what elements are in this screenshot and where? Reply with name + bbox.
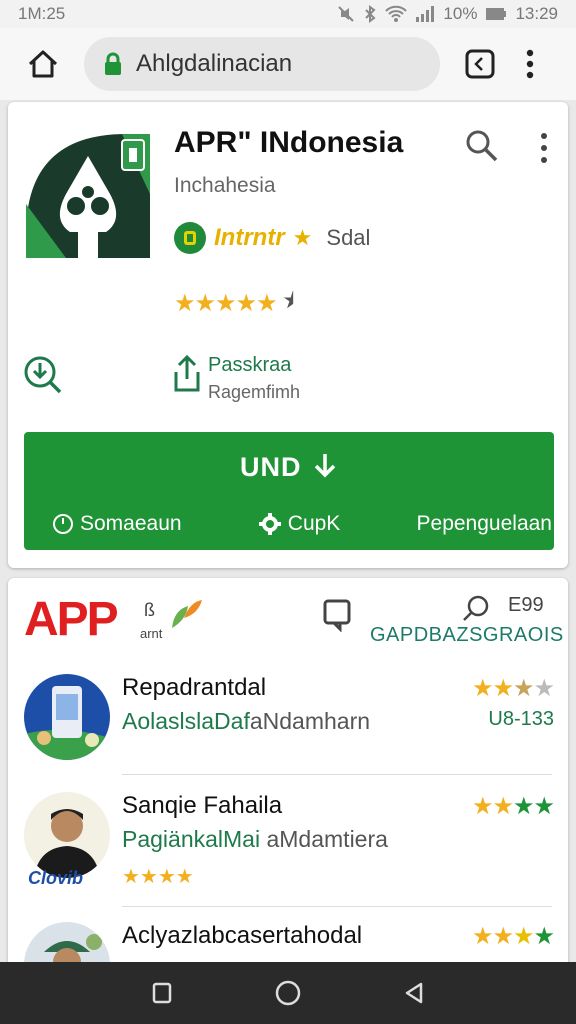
mute-icon — [338, 6, 355, 22]
search-icon[interactable] — [462, 594, 490, 622]
share-subtitle: Ragemfimh — [208, 382, 301, 402]
system-nav-bar — [0, 962, 576, 1024]
wifi-icon — [385, 5, 408, 22]
signal-icon — [416, 6, 435, 22]
home-icon — [28, 50, 58, 78]
more-vertical-icon — [526, 49, 534, 79]
leaf-icon — [172, 600, 202, 628]
item-subtitle-green: AolaslslaDaf — [122, 708, 250, 734]
item-subtitle: AolaslslaDafaNdamharn — [122, 708, 370, 735]
home-button[interactable] — [18, 39, 68, 89]
install-options: Somaeaun CupK Pepenguelaan — [52, 512, 552, 536]
item-name: Repadrantdal — [122, 674, 267, 701]
battery-icon — [486, 8, 507, 20]
search-icon[interactable] — [464, 128, 500, 164]
list-item[interactable]: Clovib Sanqie Fahaila PagiänkalMai aMdam… — [24, 792, 555, 892]
related-apps-card: APP ß arnt E99 GAPDBAZSGRAOIS Repadrantd… — [8, 578, 568, 978]
item-name: Aclyazlabcasertahodal — [122, 922, 363, 949]
tabs-icon — [465, 49, 495, 79]
option-somaeaun[interactable]: Somaeaun — [52, 512, 182, 536]
more-vertical-icon[interactable] — [534, 130, 554, 166]
item-rating: ★★★★ — [471, 923, 555, 950]
battery-percent: 10% — [443, 4, 478, 23]
timer-icon — [53, 514, 73, 534]
section-count: E99 — [508, 594, 544, 616]
status-clock: 13:29 — [515, 4, 558, 23]
item-rating: ★★★★ — [471, 675, 555, 702]
list-item[interactable]: Repadrantdal AolaslslaDafaNdamharn ★★★★ … — [24, 674, 555, 764]
item-name: Sanqie Fahaila — [122, 792, 283, 819]
url-text: Ahlgdalinacian — [136, 50, 293, 77]
download-search-icon[interactable] — [22, 352, 66, 396]
item-mini-rating: ★★★★ — [122, 866, 194, 888]
bluetooth-icon — [365, 5, 376, 23]
half-star-icon: ⯨ — [282, 288, 295, 313]
developer-badge: Intrntr ★ Sdal — [174, 222, 370, 254]
gear-icon — [258, 513, 281, 535]
item-subtitle-green: PagiänkalMai — [122, 826, 261, 852]
item-subtitle-plain: aMdamtiera — [260, 826, 388, 852]
item-subtitle: PagiänkalMai aMdamtiera — [122, 826, 388, 853]
section-logo-caption: arnt — [140, 626, 163, 641]
install-label: UND — [24, 452, 554, 483]
tabs-button[interactable] — [460, 44, 500, 84]
lock-icon — [105, 52, 121, 75]
option-label: Pepenguelaan — [416, 512, 552, 535]
option-label: Somaeaun — [80, 512, 182, 535]
back-icon[interactable] — [402, 981, 426, 1005]
app-detail-card: APR" INdonesia Inchahesia Intrntr ★ Sdal… — [8, 102, 568, 568]
option-pepenguelaan[interactable]: Pepenguelaan — [417, 512, 552, 536]
share-title[interactable]: Passkraa — [208, 354, 291, 377]
browser-menu-button[interactable] — [520, 44, 540, 84]
badge-icon — [174, 222, 206, 254]
section-logo-mark: ß — [144, 600, 155, 620]
rating-stars: ★★★★★ — [174, 289, 278, 317]
status-time: 1M:25 — [18, 4, 66, 23]
download-arrow-icon — [314, 454, 336, 478]
item-subtitle-plain: aNdamharn — [249, 708, 371, 734]
divider — [122, 906, 552, 907]
divider — [122, 774, 552, 775]
browser-toolbar: Ahlgdalinacian — [0, 28, 576, 100]
option-cupk[interactable]: CupK — [258, 512, 341, 536]
badge-text: Intrntr — [214, 224, 285, 251]
status-bar: 1M:25 10% 13:29 — [0, 0, 576, 28]
app-subtitle: Inchahesia — [174, 174, 276, 197]
recent-apps-icon[interactable] — [150, 981, 174, 1005]
app-logo-icon — [26, 134, 150, 258]
share-icon[interactable] — [170, 354, 204, 394]
rating-row: ★★★★★ ⯨ — [174, 284, 294, 322]
user-avatar — [24, 792, 110, 878]
app-avatar — [24, 674, 110, 760]
app-title: APR" INdonesia — [174, 126, 404, 159]
section-logo: APP — [24, 593, 119, 646]
url-field[interactable]: Ahlgdalinacian — [84, 37, 440, 91]
avatar-tag: Clovib — [28, 868, 84, 888]
status-icons: 10% 13:29 — [337, 4, 558, 24]
star-icon: ★ — [292, 225, 313, 250]
option-label: CupK — [287, 512, 341, 535]
section-title[interactable]: GAPDBAZSGRAOIS — [370, 624, 564, 647]
message-icon[interactable] — [322, 598, 352, 632]
badge-label: Sdal — [326, 225, 371, 250]
install-label-text: UND — [239, 452, 302, 482]
home-circle-icon[interactable] — [274, 979, 302, 1007]
item-meta: U8-133 — [488, 708, 554, 730]
item-rating: ★★★★ — [471, 793, 555, 820]
install-button[interactable]: UND Somaeaun CupK Pepenguelaan — [24, 432, 554, 550]
